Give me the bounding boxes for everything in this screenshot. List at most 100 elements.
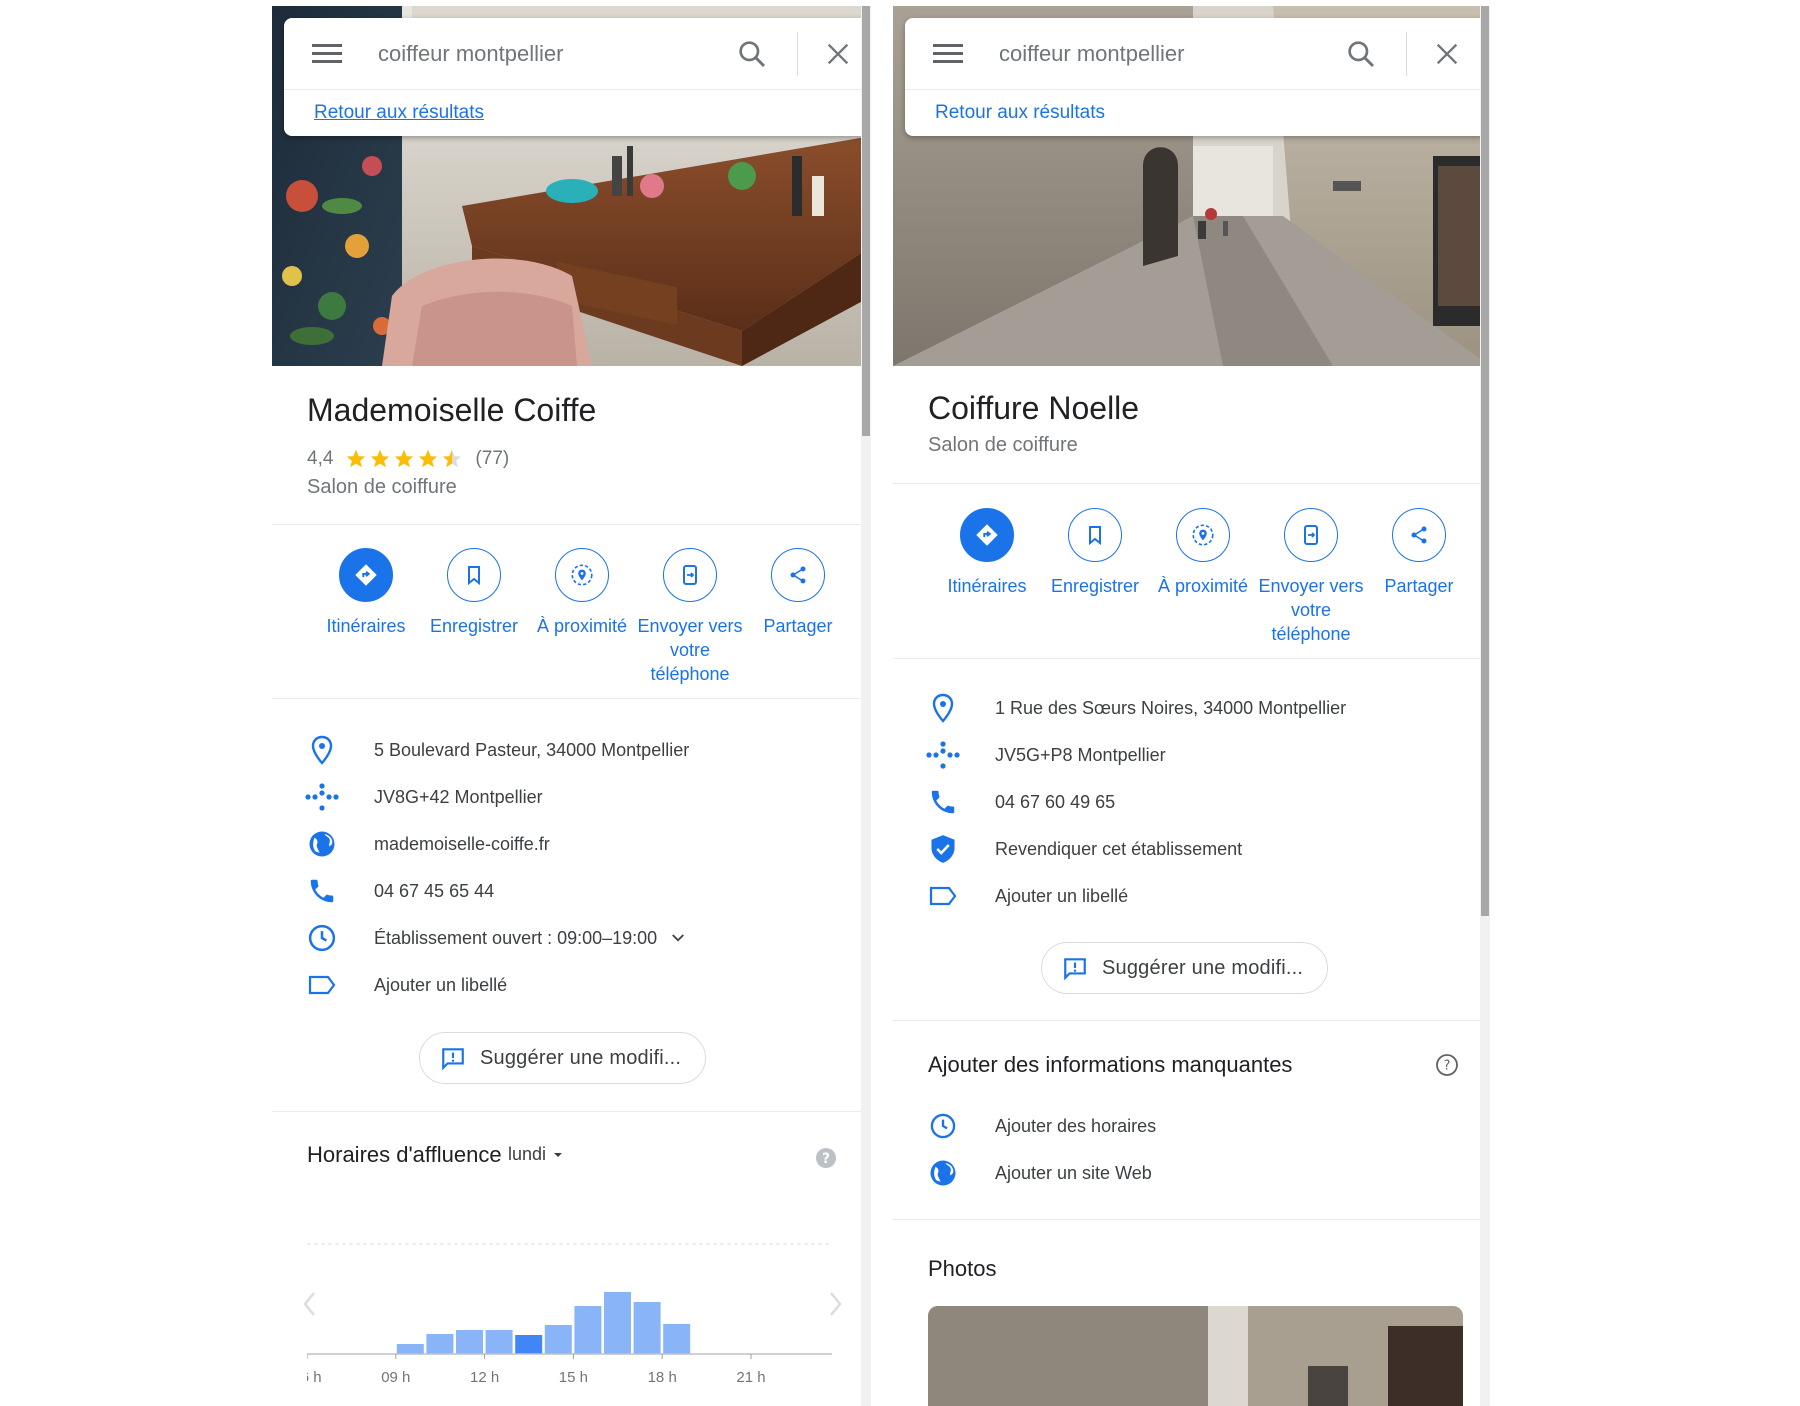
add-label-row[interactable]: Ajouter un libellé: [923, 876, 1470, 916]
directions-icon: [976, 524, 998, 546]
add-hours-text: Ajouter des horaires: [995, 1115, 1157, 1136]
photo-thumbnail[interactable]: [928, 1306, 1463, 1406]
photos-title: Photos: [928, 1256, 997, 1281]
day-selector[interactable]: lundi: [508, 1144, 566, 1165]
action-bar: Itinéraires Enregistrer À proximité Envo…: [312, 548, 851, 686]
location-pin-icon: [311, 735, 333, 765]
scrollbar-track[interactable]: [861, 6, 871, 1406]
divider: [893, 1020, 1490, 1021]
menu-icon[interactable]: [933, 44, 963, 64]
half-star-icon: [443, 449, 462, 468]
claim-business-row[interactable]: Revendiquer cet établissement: [923, 829, 1470, 869]
search-divider: [1406, 32, 1407, 76]
chevron-left-icon[interactable]: [300, 1289, 320, 1319]
close-icon[interactable]: [1433, 40, 1461, 68]
chart-bar[interactable]: [485, 1330, 513, 1354]
share-button[interactable]: Partager: [744, 548, 852, 686]
chevron-right-icon[interactable]: [825, 1289, 845, 1319]
phone-row[interactable]: 04 67 45 65 44: [302, 871, 851, 911]
divider: [893, 483, 1490, 484]
help-icon[interactable]: ?: [814, 1146, 838, 1170]
directions-button[interactable]: Itinéraires: [312, 548, 420, 686]
place-title: Coiffure Noelle: [928, 390, 1140, 426]
back-to-results-link[interactable]: Retour aux résultats: [314, 102, 484, 124]
rating-value: 4,4: [307, 448, 334, 469]
plus-code-row[interactable]: JV5G+P8 Montpellier: [923, 735, 1470, 775]
search-divider: [797, 32, 798, 76]
chart-bar[interactable]: [604, 1292, 631, 1354]
place-title: Mademoiselle Coiffe: [307, 392, 597, 428]
add-hours-row[interactable]: Ajouter des horaires: [923, 1106, 1470, 1146]
website-row[interactable]: mademoiselle-coiffe.fr: [302, 824, 851, 864]
add-label-row[interactable]: Ajouter un libellé: [302, 965, 851, 1005]
chart-bar[interactable]: [544, 1325, 572, 1354]
scrollbar-thumb[interactable]: [1481, 6, 1489, 916]
globe-icon: [930, 1160, 956, 1186]
action-label: Itinéraires: [326, 616, 406, 636]
menu-icon[interactable]: [312, 44, 342, 64]
plus-code-icon: [305, 783, 339, 811]
star-icon: [371, 449, 390, 468]
action-label: Partager: [1384, 576, 1454, 596]
verified-shield-icon: [931, 835, 955, 863]
chart-bar[interactable]: [663, 1324, 691, 1354]
back-to-results-link[interactable]: Retour aux résultats: [935, 102, 1105, 124]
address-row[interactable]: 1 Rue des Sœurs Noires, 34000 Montpellie…: [923, 688, 1470, 728]
scrollbar-track[interactable]: [1480, 6, 1490, 1406]
plus-code-icon: [926, 741, 960, 769]
place-panel-right: Retour aux résultats Coiffure Noelle Sal…: [893, 6, 1490, 1406]
bookmark-icon: [1089, 526, 1101, 546]
star-icon: [419, 449, 438, 468]
star-icon: [347, 449, 366, 468]
share-button[interactable]: Partager: [1365, 508, 1473, 646]
divider: [893, 658, 1490, 659]
chart-bar[interactable]: [633, 1302, 661, 1354]
hours-row[interactable]: Établissement ouvert : 09:00–19:00: [302, 918, 851, 958]
suggest-edit-label: Suggérer une modifi...: [480, 1046, 682, 1069]
help-icon[interactable]: ?: [1435, 1053, 1459, 1077]
suggest-edit-button[interactable]: Suggérer une modifi...: [1041, 942, 1329, 994]
place-category[interactable]: Salon de coiffure: [928, 434, 1078, 457]
search-input[interactable]: [999, 36, 1339, 72]
nearby-icon: [1192, 524, 1214, 546]
close-icon[interactable]: [824, 40, 852, 68]
chevron-down-icon[interactable]: [669, 929, 687, 947]
popular-times-title: Horaires d'affluence: [307, 1142, 502, 1167]
suggest-edit-button[interactable]: Suggérer une modifi...: [419, 1032, 707, 1084]
plus-code-row[interactable]: JV8G+42 Montpellier: [302, 777, 851, 817]
popular-times-bars: 06 h 09 h 12 h 15 h 18 h 21 h: [292, 1243, 832, 1386]
chart-bar[interactable]: [574, 1306, 602, 1354]
add-website-row[interactable]: Ajouter un site Web: [923, 1153, 1470, 1193]
feedback-icon: [442, 1048, 464, 1071]
website-text: mademoiselle-coiffe.fr: [374, 833, 550, 854]
address-row[interactable]: 5 Boulevard Pasteur, 34000 Montpellier: [302, 730, 851, 770]
action-label: Partager: [763, 616, 833, 636]
chart-bar-current[interactable]: [515, 1335, 543, 1354]
save-button[interactable]: Enregistrer: [1041, 508, 1149, 646]
search-icon[interactable]: [1345, 38, 1377, 70]
claim-business-text: Revendiquer cet établissement: [995, 838, 1243, 859]
nearby-button[interactable]: À proximité: [528, 548, 636, 686]
divider: [893, 1219, 1490, 1220]
review-count[interactable]: (77): [475, 448, 509, 470]
send-to-phone-button[interactable]: Envoyer vers votre téléphone: [636, 548, 744, 686]
send-to-phone-icon: [1304, 525, 1318, 545]
place-category[interactable]: Salon de coiffure: [307, 476, 457, 499]
nearby-button[interactable]: À proximité: [1149, 508, 1257, 646]
scrollbar-thumb[interactable]: [862, 6, 870, 436]
label-icon: [308, 975, 336, 995]
search-icon[interactable]: [736, 38, 768, 70]
send-to-phone-button[interactable]: Envoyer vers votre téléphone: [1257, 508, 1365, 646]
search-row: [905, 18, 1487, 90]
add-label-text: Ajouter un libellé: [995, 885, 1129, 906]
save-button[interactable]: Enregistrer: [420, 548, 528, 686]
phone-row[interactable]: 04 67 60 49 65: [923, 782, 1470, 822]
search-input[interactable]: [378, 36, 718, 72]
chart-bar[interactable]: [426, 1334, 454, 1354]
chart-bar[interactable]: [396, 1344, 424, 1354]
directions-button[interactable]: Itinéraires: [933, 508, 1041, 646]
chart-bar[interactable]: [456, 1330, 483, 1354]
svg-text:?: ?: [1444, 1059, 1451, 1074]
address-text: 5 Boulevard Pasteur, 34000 Montpellier: [374, 739, 690, 760]
clock-icon: [930, 1113, 956, 1139]
